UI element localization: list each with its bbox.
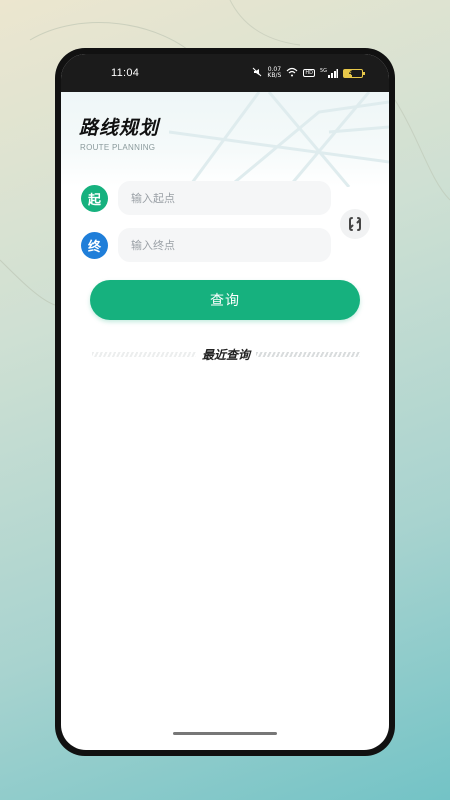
wifi-icon [286, 67, 298, 80]
recent-header: 最近查询 [81, 346, 371, 362]
end-input[interactable] [118, 228, 331, 262]
page-title: 路线规划 [79, 117, 160, 139]
start-badge: 起 [81, 184, 108, 212]
end-row: 终 [81, 228, 331, 262]
home-indicator[interactable] [173, 732, 277, 735]
start-row: 起 [81, 181, 331, 215]
status-bar: 11:04 0.07 KB/S HD 5G 44 [61, 54, 389, 92]
hd-badge: HD [303, 69, 315, 77]
signal-label: 5G [319, 67, 327, 74]
phone-frame: 11:04 0.07 KB/S HD 5G 44 路线规划 ROUTE PLAN… [55, 48, 395, 756]
start-input[interactable] [118, 181, 331, 215]
page-subtitle: ROUTE PLANNING [80, 143, 156, 152]
swap-icon [349, 217, 361, 231]
status-icons: 0.07 KB/S HD 5G 44 [252, 67, 365, 80]
divider-right [256, 351, 360, 357]
map-pattern [169, 92, 389, 187]
app-screen: 11:04 0.07 KB/S HD 5G 44 路线规划 ROUTE PLAN… [61, 54, 389, 750]
battery-icon: 44 [343, 68, 365, 78]
battery-level: 44 [348, 69, 358, 77]
signal-icon: 5G [319, 67, 338, 78]
net-speed: 0.07 KB/S [267, 67, 281, 79]
end-badge: 终 [81, 231, 108, 259]
status-time: 11:04 [111, 67, 140, 79]
swap-button[interactable] [340, 209, 370, 239]
net-speed-unit: KB/S [267, 72, 282, 79]
recent-title: 最近查询 [201, 347, 250, 362]
mute-icon [252, 67, 262, 80]
page-header: 路线规划 ROUTE PLANNING [61, 92, 389, 187]
query-button[interactable]: 查询 [90, 280, 360, 320]
divider-left [91, 351, 196, 357]
